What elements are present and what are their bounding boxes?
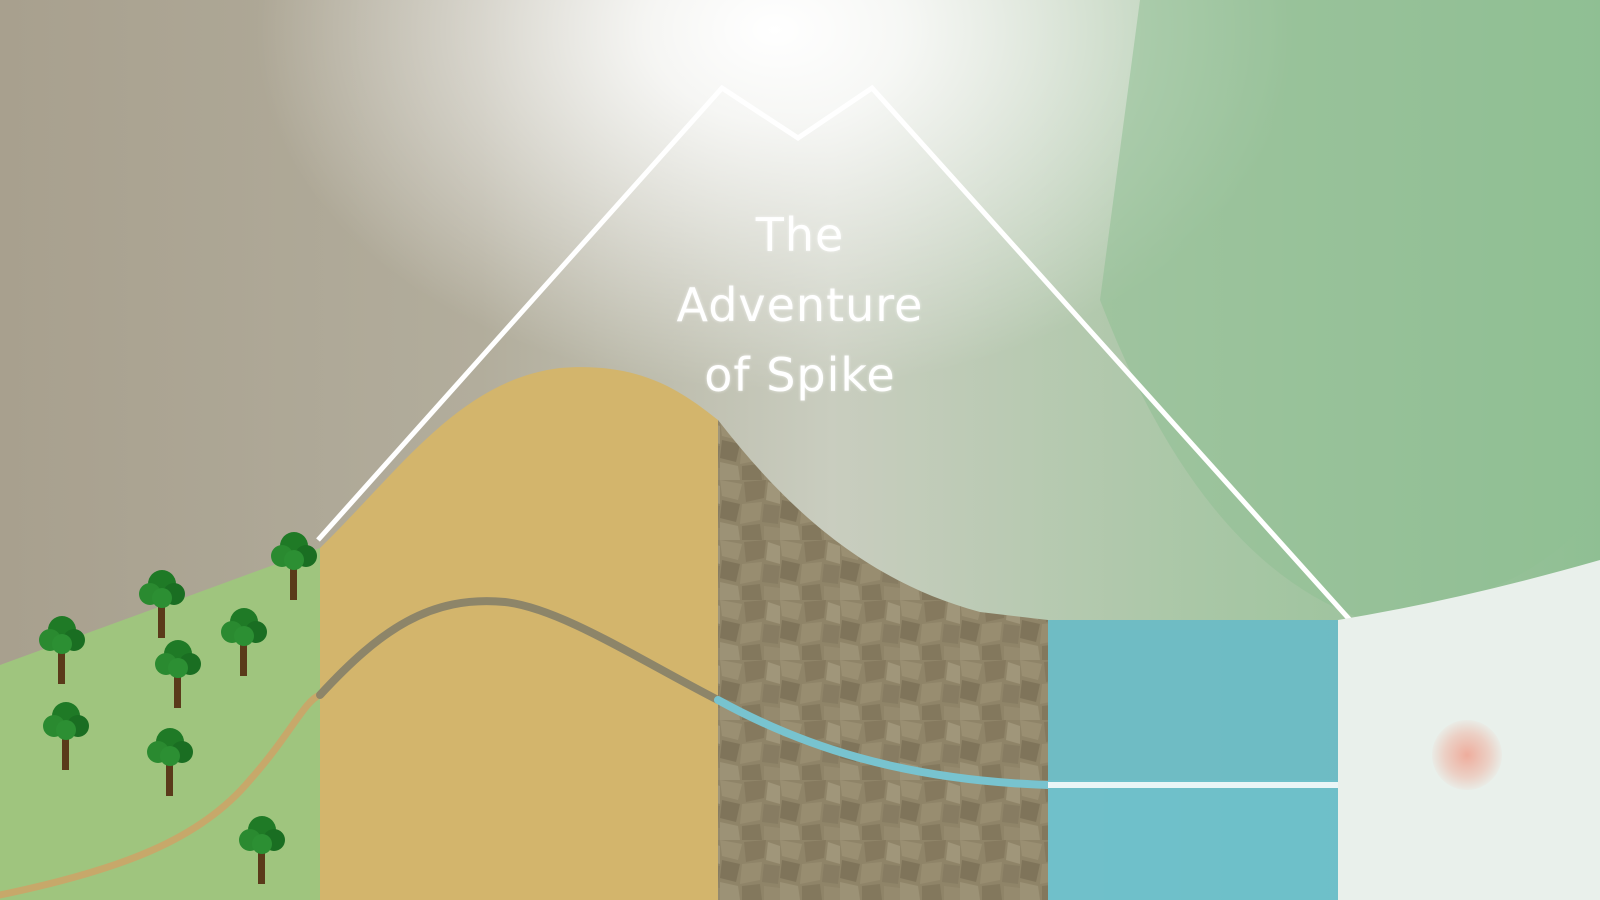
tree-icon [139, 570, 185, 638]
rock-zone [718, 420, 1048, 900]
tree-icon [39, 616, 85, 684]
tree-icon [221, 608, 267, 676]
game-scene: The Adventure of Spike [0, 0, 1600, 900]
tree-icon [239, 816, 285, 884]
desert-zone [320, 367, 718, 900]
meadow-bg [1100, 0, 1600, 618]
water-zone-top [1048, 620, 1338, 780]
tree-icon [43, 702, 89, 770]
world-map [0, 0, 1600, 900]
tree-icon [271, 532, 317, 600]
tree-icon [155, 640, 201, 708]
goal-marker-icon[interactable] [1432, 720, 1502, 790]
tree-icon [147, 728, 193, 796]
game-title: The Adventure of Spike [676, 208, 924, 402]
